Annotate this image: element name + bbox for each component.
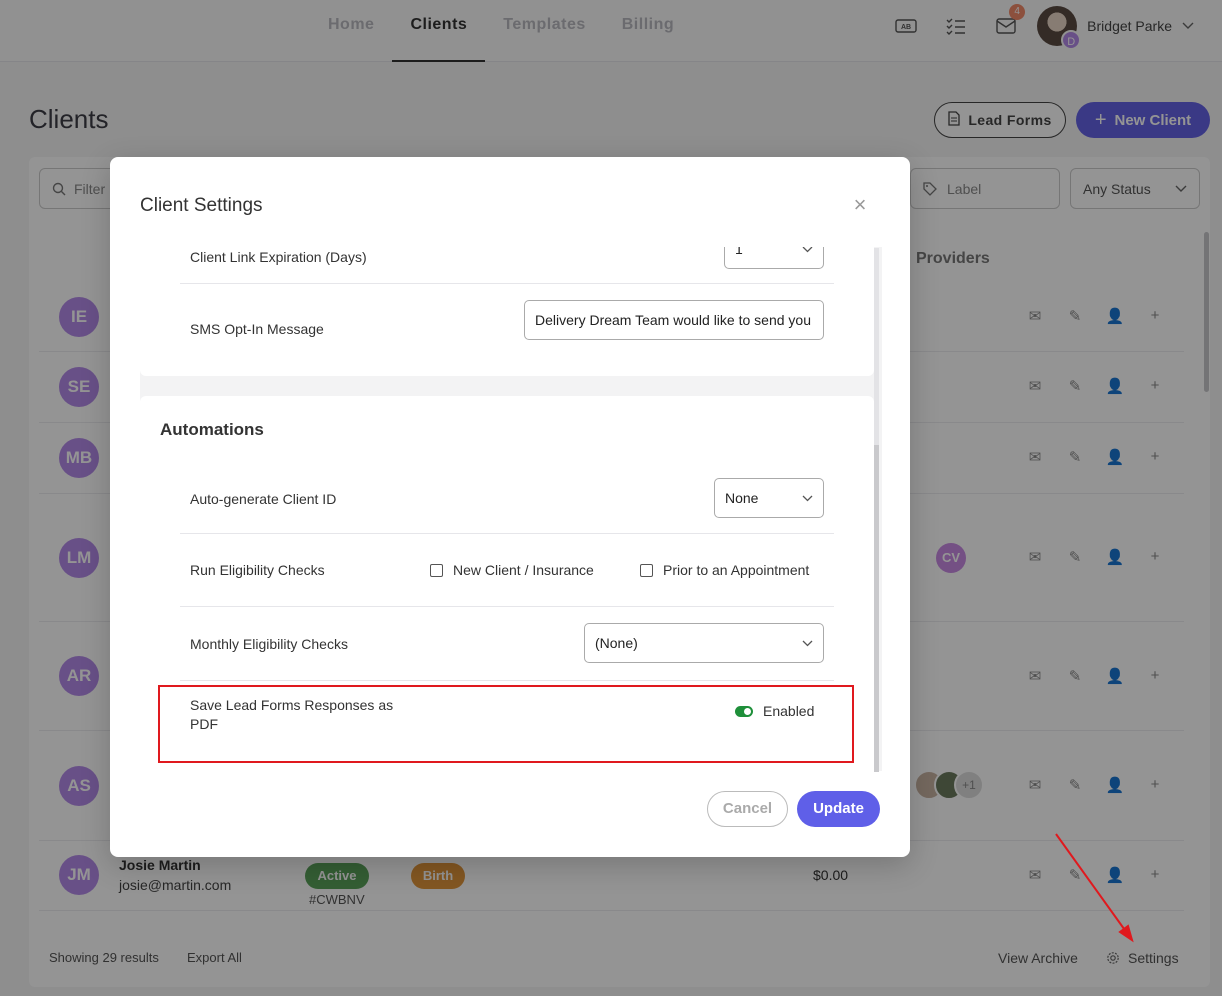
auto-id-select[interactable]: None <box>714 478 824 518</box>
auto-id-value: None <box>725 490 759 506</box>
cancel-button[interactable]: Cancel <box>707 791 788 827</box>
monthly-eligibility-label: Monthly Eligibility Checks <box>190 636 348 652</box>
checkbox-box[interactable] <box>640 563 653 577</box>
auto-id-label: Auto-generate Client ID <box>190 491 337 507</box>
eligibility-label: Run Eligibility Checks <box>190 562 325 578</box>
modal-footer-divider <box>140 771 882 772</box>
annotation-arrow <box>1055 833 1134 943</box>
modal-scrollbar-thumb[interactable] <box>874 445 879 772</box>
highlight-box <box>158 685 854 763</box>
monthly-eligibility-row: Monthly Eligibility Checks (None) <box>180 607 834 681</box>
checkbox-label: New Client / Insurance <box>453 562 594 578</box>
update-button[interactable]: Update <box>797 791 880 827</box>
monthly-eligibility-value: (None) <box>595 635 638 651</box>
sms-message-input[interactable]: Delivery Dream Team would like to send y… <box>524 300 824 340</box>
link-expiration-row: Client Link Expiration (Days) 1 <box>180 247 834 284</box>
auto-id-row: Auto-generate Client ID None <box>180 462 834 534</box>
sms-label: SMS Opt-In Message <box>190 321 324 337</box>
checkbox-box[interactable] <box>430 563 443 577</box>
link-expiration-value: 1 <box>735 247 743 257</box>
new-client-insurance-checkbox[interactable]: New Client / Insurance <box>430 562 594 578</box>
modal-title: Client Settings <box>140 195 263 216</box>
client-links-section: Client Link Expiration (Days) 1 SMS Opt-… <box>140 247 874 376</box>
chevron-down-icon <box>802 495 813 501</box>
eligibility-row: Run Eligibility Checks New Client / Insu… <box>180 534 834 607</box>
link-expiration-select[interactable]: 1 <box>724 247 824 269</box>
chevron-down-icon <box>802 247 813 252</box>
checkbox-label: Prior to an Appointment <box>663 562 810 578</box>
chevron-down-icon <box>802 640 813 646</box>
close-icon[interactable]: × <box>848 193 872 217</box>
prior-appointment-checkbox[interactable]: Prior to an Appointment <box>640 562 809 578</box>
automations-heading: Automations <box>160 420 264 439</box>
monthly-eligibility-select[interactable]: (None) <box>584 623 824 663</box>
link-expiration-label: Client Link Expiration (Days) <box>190 249 367 265</box>
